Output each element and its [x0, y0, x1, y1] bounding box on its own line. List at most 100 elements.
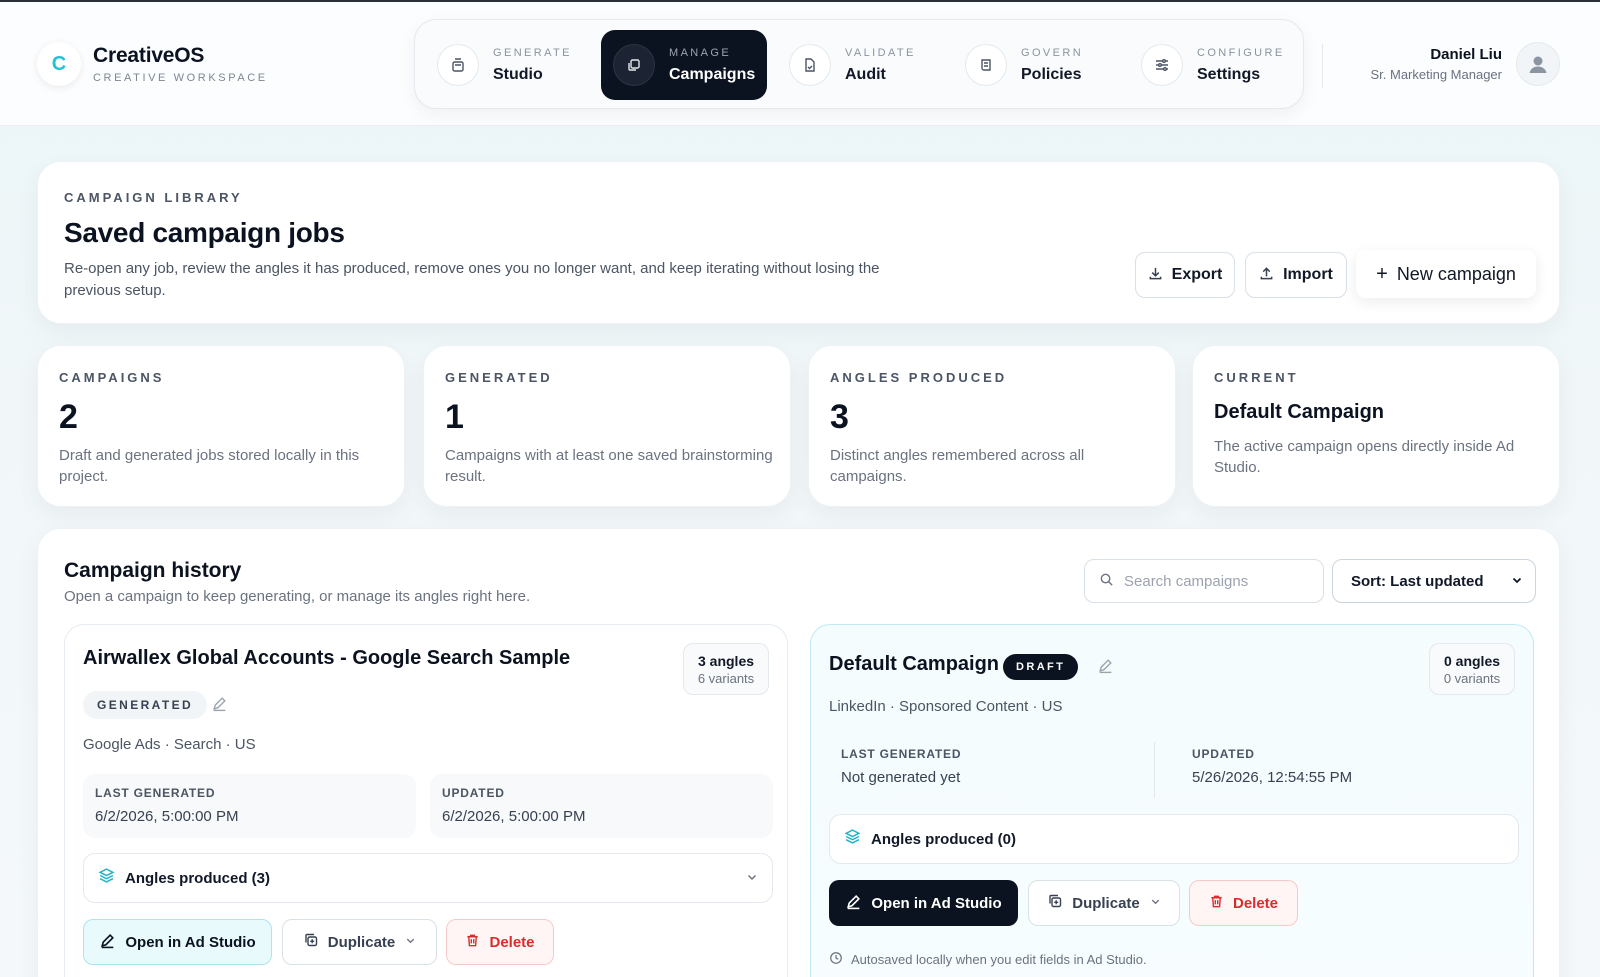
- angles-count-badge: 0 angles 0 variants: [1429, 643, 1515, 695]
- stat-description: Campaigns with at least one saved brains…: [445, 447, 773, 485]
- updated-value: 6/2/2026, 5:00:00 PM: [442, 808, 586, 825]
- pencil-icon: [845, 893, 862, 914]
- last-generated-value: 6/2/2026, 5:00:00 PM: [95, 808, 239, 825]
- stat-value: 1: [445, 398, 464, 436]
- delete-label: Delete: [1232, 894, 1279, 912]
- last-generated-box: LAST GENERATED Not generated yet: [829, 735, 1149, 799]
- main-nav: GENERATE Studio MANAGE Campaigns VALIDAT…: [414, 19, 1304, 109]
- duplicate-button[interactable]: Duplicate: [282, 919, 437, 965]
- search-placeholder: Search campaigns: [1124, 572, 1249, 590]
- campaign-channel: LinkedIn · Sponsored Content · US: [829, 698, 1063, 715]
- nav-kicker: VALIDATE: [845, 46, 916, 59]
- plus-icon: +: [1376, 262, 1388, 285]
- brand-tagline: CREATIVE WORKSPACE: [93, 72, 268, 84]
- nav-label: Campaigns: [669, 65, 756, 83]
- nav-kicker: CONFIGURE: [1197, 46, 1285, 59]
- app-header: C CreativeOS CREATIVE WORKSPACE GENERATE…: [0, 2, 1600, 126]
- duplicate-label: Duplicate: [1072, 894, 1140, 912]
- chevron-down-icon: [1511, 573, 1523, 590]
- angles-produced-label: Angles produced (3): [125, 869, 271, 887]
- angles-count: 0 angles: [1443, 653, 1501, 669]
- campaign-card-default: Default Campaign DRAFT 0 angles 0 varian…: [810, 624, 1534, 977]
- layers-stack-icon: [844, 828, 861, 850]
- trash-icon: [465, 933, 480, 952]
- sort-label: Sort: Last updated: [1351, 572, 1484, 590]
- campaign-history-card: Campaign history Open a campaign to keep…: [37, 528, 1560, 977]
- copy-icon: [303, 932, 319, 952]
- user-menu[interactable]: Daniel Liu Sr. Marketing Manager: [1370, 42, 1560, 86]
- nav-kicker: GOVERN: [1021, 46, 1084, 59]
- angles-count: 3 angles: [697, 653, 755, 669]
- nav-item-campaigns[interactable]: MANAGE Campaigns: [601, 30, 767, 100]
- trash-icon: [1209, 894, 1224, 913]
- user-name: Daniel Liu: [1430, 46, 1502, 63]
- header-divider: [1322, 44, 1323, 88]
- import-button[interactable]: Import: [1245, 252, 1347, 298]
- open-in-ad-studio-button[interactable]: Open in Ad Studio: [829, 880, 1018, 926]
- layers-stack-icon: [98, 867, 115, 889]
- nav-label: Settings: [1197, 65, 1261, 83]
- duplicate-label: Duplicate: [327, 933, 396, 951]
- nav-label: Audit: [845, 65, 886, 83]
- upload-icon: [1259, 266, 1274, 285]
- angles-produced-label: Angles produced (0): [871, 830, 1017, 848]
- new-campaign-button[interactable]: + New campaign: [1356, 250, 1536, 298]
- nav-item-settings[interactable]: CONFIGURE Settings: [1129, 30, 1295, 100]
- avatar-icon[interactable]: [1516, 42, 1560, 86]
- chevron-down-icon: [746, 871, 758, 886]
- meta-divider: [1154, 742, 1155, 798]
- stat-title: Default Campaign: [1214, 401, 1385, 423]
- export-button[interactable]: Export: [1135, 252, 1235, 298]
- nav-kicker: MANAGE: [669, 46, 732, 59]
- import-label: Import: [1283, 266, 1333, 283]
- last-generated-label: LAST GENERATED: [841, 747, 962, 761]
- clock-icon: [829, 951, 843, 968]
- delete-button[interactable]: Delete: [446, 919, 554, 965]
- status-badge: GENERATED: [83, 691, 208, 719]
- history-title: Campaign history: [64, 559, 242, 582]
- new-campaign-label: New campaign: [1396, 263, 1516, 284]
- stat-eyebrow: ANGLES PRODUCED: [830, 370, 1008, 385]
- angles-produced-toggle[interactable]: Angles produced (0): [829, 814, 1519, 864]
- autosave-text: Autosaved locally when you edit fields i…: [851, 952, 1147, 967]
- stat-card-current: CURRENT Default Campaign The active camp…: [1192, 345, 1560, 507]
- campaign-title: Airwallex Global Accounts - Google Searc…: [83, 647, 571, 669]
- pencil-icon[interactable]: [1097, 657, 1114, 679]
- open-label: Open in Ad Studio: [871, 894, 1002, 912]
- delete-button[interactable]: Delete: [1189, 880, 1298, 926]
- nav-item-studio[interactable]: GENERATE Studio: [425, 30, 585, 100]
- open-in-ad-studio-button[interactable]: Open in Ad Studio: [83, 919, 272, 965]
- scroll-icon: [965, 44, 1007, 86]
- brand[interactable]: C CreativeOS CREATIVE WORKSPACE: [37, 42, 268, 86]
- stat-eyebrow: CAMPAIGNS: [59, 370, 165, 385]
- draft-badge: DRAFT: [1003, 654, 1079, 680]
- pencil-icon[interactable]: [211, 695, 228, 717]
- open-label: Open in Ad Studio: [125, 933, 256, 951]
- stat-value: 2: [59, 398, 78, 436]
- stat-eyebrow: GENERATED: [445, 370, 553, 385]
- duplicate-button[interactable]: Duplicate: [1028, 880, 1180, 926]
- nav-item-policies[interactable]: GOVERN Policies: [953, 30, 1113, 100]
- nav-label: Studio: [493, 65, 543, 83]
- last-generated-value: Not generated yet: [841, 769, 961, 786]
- variants-count: 0 variants: [1443, 671, 1501, 686]
- campaign-channel: Google Ads · Search · US: [83, 736, 256, 753]
- beaker-icon: [437, 44, 479, 86]
- nav-kicker: GENERATE: [493, 46, 572, 59]
- nav-item-audit[interactable]: VALIDATE Audit: [777, 30, 937, 100]
- brand-logo-icon: C: [37, 42, 81, 86]
- history-subtitle: Open a campaign to keep generating, or m…: [64, 588, 531, 605]
- layers-icon: [613, 44, 655, 86]
- campaign-library-card: CAMPAIGN LIBRARY Saved campaign jobs Re-…: [37, 161, 1560, 324]
- library-eyebrow: CAMPAIGN LIBRARY: [64, 190, 243, 205]
- stat-eyebrow: CURRENT: [1214, 370, 1299, 385]
- download-icon: [1148, 266, 1163, 285]
- last-generated-box: LAST GENERATED 6/2/2026, 5:00:00 PM: [83, 774, 416, 838]
- brand-name: CreativeOS: [93, 44, 205, 67]
- sort-select[interactable]: Sort: Last updated: [1332, 559, 1536, 603]
- sliders-icon: [1141, 44, 1183, 86]
- angles-count-badge: 3 angles 6 variants: [683, 643, 769, 695]
- search-input[interactable]: Search campaigns: [1084, 559, 1324, 603]
- angles-produced-toggle[interactable]: Angles produced (3): [83, 853, 773, 903]
- campaign-title: Default Campaign: [829, 653, 1000, 675]
